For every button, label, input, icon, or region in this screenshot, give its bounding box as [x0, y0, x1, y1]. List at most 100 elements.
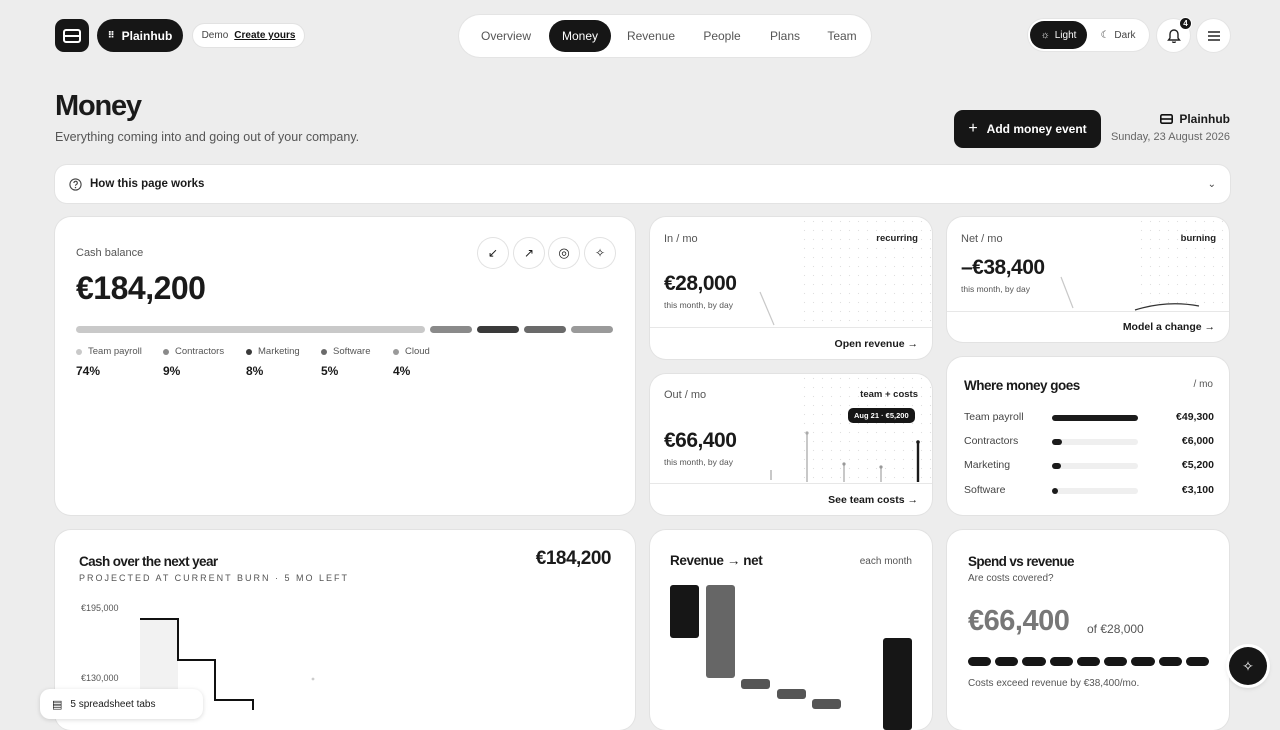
- legend-pct: 5%: [321, 364, 339, 378]
- meter-pill: [1104, 657, 1128, 666]
- create-yours-link[interactable]: Create yours: [234, 30, 295, 41]
- row-fill: [1052, 463, 1061, 469]
- legend-name: Cloud: [405, 346, 430, 357]
- cash-segment-software: [524, 326, 566, 333]
- brand-name: Plainhub: [121, 28, 173, 43]
- spend-note: Costs exceed revenue by €38,400/mo.: [968, 678, 1140, 689]
- out-daily-bars: [770, 431, 920, 482]
- logo-icon: [63, 28, 81, 43]
- legend-team-payroll: Team payroll 74%: [76, 346, 142, 378]
- spend-title: Spend vs revenue: [968, 554, 1075, 569]
- hamburger-icon: [1207, 30, 1220, 41]
- where-title: Where money goes: [964, 378, 1080, 393]
- open-revenue-link[interactable]: Open revenue →: [650, 327, 932, 359]
- out-label: Out / mo: [664, 389, 707, 401]
- add-money-event-label: Add money event: [986, 122, 1087, 136]
- legend-contractors: Contractors 9%: [163, 346, 224, 378]
- net-sparkline: [1060, 276, 1200, 311]
- legend-name: Contractors: [175, 346, 225, 357]
- company-name: Plainhub: [1179, 112, 1230, 126]
- where-row-marketing: Marketing €5,200: [964, 459, 1214, 473]
- model-a-change-link[interactable]: Model a change →: [947, 311, 1229, 342]
- row-track: [1052, 415, 1138, 421]
- meter-pill: [1049, 657, 1073, 666]
- receive-button[interactable]: ↙: [478, 238, 508, 268]
- where-row-team-payroll: Team payroll €49,300: [964, 411, 1214, 425]
- how-this-page-works-toggle[interactable]: How this page works ⌄: [55, 165, 1230, 203]
- row-name: Contractors: [964, 435, 1019, 447]
- row-track: [1052, 439, 1138, 445]
- toast-label: 5 spreadsheet tabs: [70, 698, 156, 710]
- where-row-software: Software €3,100: [964, 484, 1214, 498]
- y-axis-mid: €130,000: [81, 673, 119, 683]
- in-sub: this month, by day: [664, 300, 733, 310]
- theme-light-label: Light: [1054, 29, 1077, 41]
- moon-icon: ☾: [1100, 29, 1110, 41]
- theme-switch: ☼ Light ☾ Dark: [1028, 19, 1149, 51]
- page-subtitle: Everything coming into and going out of …: [55, 130, 360, 144]
- meter-pill: [1131, 657, 1155, 666]
- ai-assist-button[interactable]: ✧: [585, 238, 615, 268]
- see-team-costs-label: See team costs →: [828, 493, 918, 506]
- cash-segment-cloud: [571, 326, 613, 333]
- row-value: €5,200: [1181, 459, 1214, 471]
- brand-switcher[interactable]: ⠿ Plainhub: [97, 19, 183, 52]
- spend-value: €66,400: [968, 605, 1070, 637]
- plus-icon: +: [968, 120, 978, 137]
- target-button[interactable]: ◎: [549, 238, 579, 268]
- theme-dark-label: Dark: [1114, 29, 1136, 41]
- row-track: [1052, 488, 1138, 494]
- send-button[interactable]: ↗: [514, 238, 544, 268]
- tab-money[interactable]: Money: [549, 20, 611, 52]
- see-team-costs-link[interactable]: See team costs →: [650, 483, 932, 515]
- cash-segment-team-payroll: [76, 326, 425, 333]
- theme-light-button[interactable]: ☼ Light: [1030, 21, 1087, 49]
- notifications-button[interactable]: 4: [1157, 17, 1192, 52]
- logo[interactable]: [55, 19, 89, 52]
- arrow-up-right-icon: ↗: [523, 246, 535, 260]
- meter-pill: [1185, 657, 1209, 666]
- revnet-title: Revenue → net: [670, 553, 763, 568]
- in-sparkline: [759, 291, 775, 326]
- tab-team[interactable]: Team: [817, 20, 867, 52]
- row-track: [1052, 463, 1138, 469]
- target-icon: ◎: [558, 245, 570, 260]
- in-value: €28,000: [664, 272, 737, 295]
- main-nav: Overview Money Revenue People Plans Team: [459, 15, 871, 57]
- legend-name: Marketing: [258, 346, 300, 357]
- sparkle-icon: ✧: [594, 246, 606, 260]
- row-name: Software: [964, 484, 1006, 496]
- add-money-event-button[interactable]: + Add money event: [954, 110, 1101, 148]
- y-axis-top: €195,000: [81, 603, 119, 613]
- tab-people[interactable]: People: [691, 20, 753, 52]
- in-tag: recurring: [876, 233, 918, 244]
- current-date: Sunday, 23 August 2026: [1110, 131, 1230, 143]
- theme-dark-button[interactable]: ☾ Dark: [1089, 21, 1147, 49]
- projection-subtitle: PROJECTED AT CURRENT BURN · 5 MO LEFT: [79, 573, 350, 583]
- where-row-contractors: Contractors €6,000: [964, 435, 1214, 449]
- tab-plans[interactable]: Plans: [753, 20, 817, 52]
- out-sub: this month, by day: [664, 457, 733, 467]
- cash-balance-label: Cash balance: [76, 247, 144, 259]
- legend-cloud: Cloud 4%: [393, 346, 430, 378]
- out-value: €66,400: [664, 429, 737, 452]
- row-value: €6,000: [1181, 435, 1214, 447]
- tab-overview[interactable]: Overview: [463, 20, 549, 52]
- row-value: €3,100: [1181, 484, 1214, 496]
- menu-button[interactable]: [1197, 19, 1230, 52]
- demo-pill: Demo Create yours: [192, 23, 305, 48]
- legend-pct: 74%: [76, 364, 101, 378]
- row-fill: [1052, 439, 1062, 445]
- spend-pill-meter: [968, 657, 1209, 666]
- grid-icon: ⠿: [107, 30, 115, 40]
- ai-assistant-fab[interactable]: ✧: [1229, 647, 1267, 685]
- row-fill: [1052, 415, 1138, 421]
- tab-revenue[interactable]: Revenue: [611, 20, 691, 52]
- row-name: Team payroll: [964, 411, 1024, 423]
- out-tooltip: Aug 21 · €5,200: [848, 408, 915, 423]
- table-icon: ▤: [52, 698, 63, 711]
- spreadsheet-tabs-toast[interactable]: ▤ 5 spreadsheet tabs: [40, 689, 203, 719]
- legend-dot: [246, 348, 252, 355]
- where-unit: / mo: [1193, 379, 1213, 390]
- meter-pill: [968, 657, 992, 666]
